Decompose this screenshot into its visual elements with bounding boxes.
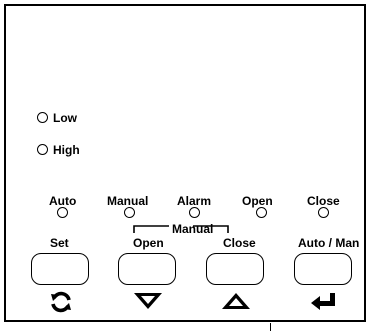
low-indicator-lamp xyxy=(37,112,48,123)
close-button-label: Close xyxy=(223,236,256,250)
auto-man-button-label: Auto / Man xyxy=(298,236,360,250)
open-status-lamp xyxy=(256,207,267,218)
set-button[interactable] xyxy=(31,253,89,285)
edge-tick-mark xyxy=(270,323,271,331)
enter-icon xyxy=(311,293,335,310)
alarm-status-label: Alarm xyxy=(177,194,212,208)
manual-status-label: Manual xyxy=(107,194,149,208)
close-button[interactable] xyxy=(206,253,264,285)
open-button[interactable] xyxy=(118,253,176,285)
manual-status-lamp xyxy=(124,207,135,218)
close-status-label: Close xyxy=(307,194,340,208)
refresh-icon xyxy=(51,291,71,313)
close-status-lamp xyxy=(318,207,329,218)
auto-status-label: Auto xyxy=(49,194,77,208)
alarm-status-lamp xyxy=(189,207,200,218)
high-indicator-label: High xyxy=(53,143,80,157)
down-arrow-icon xyxy=(134,293,162,309)
manual-group-label: Manual xyxy=(172,222,214,236)
up-arrow-icon xyxy=(222,293,250,309)
low-indicator-label: Low xyxy=(53,111,77,125)
auto-man-button[interactable] xyxy=(294,253,352,285)
open-status-label: Open xyxy=(242,194,273,208)
high-indicator-lamp xyxy=(37,144,48,155)
auto-status-lamp xyxy=(57,207,68,218)
open-button-label: Open xyxy=(133,236,164,250)
set-button-label: Set xyxy=(50,236,69,250)
